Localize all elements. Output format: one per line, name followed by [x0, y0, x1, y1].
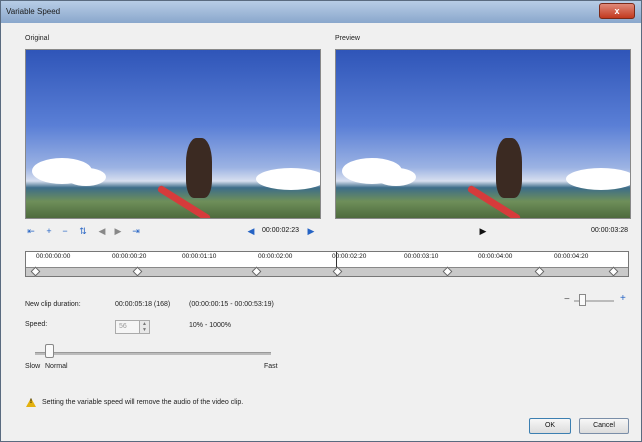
remove-keyframe-icon[interactable]: −	[59, 225, 71, 237]
slider-normal-label: Normal	[45, 363, 68, 370]
timeline-tick: 00:00:04:00	[478, 253, 513, 260]
title-bar: Variable Speed x	[1, 1, 641, 23]
preview-video-frame	[335, 49, 631, 219]
next-frame-icon[interactable]: ▶	[305, 225, 317, 237]
timeline-tick: 00:00:00:00	[36, 253, 71, 260]
slider-slow-label: Slow	[25, 363, 41, 370]
warning-triangle-icon: !	[26, 398, 36, 407]
duration-range: (00:00:00:15 - 00:00:53:19)	[189, 301, 274, 308]
speed-range: 10% - 1000%	[189, 322, 232, 329]
timeline-tick: 00:00:04:20	[554, 253, 589, 260]
window-title: Variable Speed	[6, 7, 61, 16]
speed-label: Speed:	[25, 321, 48, 328]
timeline-tick: 00:00:01:10	[182, 253, 217, 260]
ok-button[interactable]: OK	[529, 418, 571, 434]
cancel-button[interactable]: Cancel	[579, 418, 629, 434]
previous-keyframe-icon[interactable]: ◀	[96, 225, 108, 237]
preview-label: Preview	[335, 35, 360, 42]
go-to-start-icon[interactable]: ⇤	[25, 225, 37, 237]
variable-speed-dialog: Variable Speed x Original Preview ⇤ + − …	[0, 0, 642, 442]
reverse-keyframe-icon[interactable]: ⇅	[77, 225, 89, 237]
add-keyframe-icon[interactable]: +	[43, 225, 55, 237]
original-label: Original	[25, 35, 50, 42]
timeline-tick: 00:00:02:00	[258, 253, 293, 260]
slider-fast-label: Fast	[264, 363, 278, 370]
new-clip-duration-label: New clip duration:	[25, 301, 81, 308]
next-keyframe-icon[interactable]: ▶	[112, 225, 124, 237]
play-icon[interactable]: ▶	[477, 225, 489, 237]
preview-time: 00:00:03:28	[591, 227, 628, 234]
previous-frame-icon[interactable]: ◀	[245, 225, 257, 237]
timeline-ruler[interactable]: 00:00:00:00 00:00:00:20 00:00:01:10 00:0…	[25, 251, 629, 277]
spinner-arrows-icon[interactable]: ▲ ▼	[139, 321, 149, 333]
close-button[interactable]: x	[599, 3, 635, 19]
go-to-end-icon[interactable]: ⇥	[130, 225, 142, 237]
timeline-tick: 00:00:03:10	[404, 253, 439, 260]
timeline-tick: 00:00:00:20	[112, 253, 147, 260]
original-video-frame	[25, 49, 321, 219]
zoom-slider-thumb[interactable]	[579, 294, 586, 306]
speed-slider-thumb[interactable]	[45, 344, 54, 358]
speed-slider-track[interactable]	[35, 352, 271, 355]
speed-spinner[interactable]: 56 ▲ ▼	[115, 320, 150, 334]
new-clip-duration-value: 00:00:05:18 (168)	[115, 301, 171, 308]
plus-icon[interactable]: +	[620, 293, 626, 304]
current-time: 00:00:02:23	[262, 227, 299, 234]
warning-text: Setting the variable speed will remove t…	[42, 399, 244, 406]
timeline-tick: 00:00:02:20	[332, 253, 367, 260]
speed-value: 56	[119, 323, 127, 330]
minus-icon[interactable]: −	[564, 294, 570, 305]
